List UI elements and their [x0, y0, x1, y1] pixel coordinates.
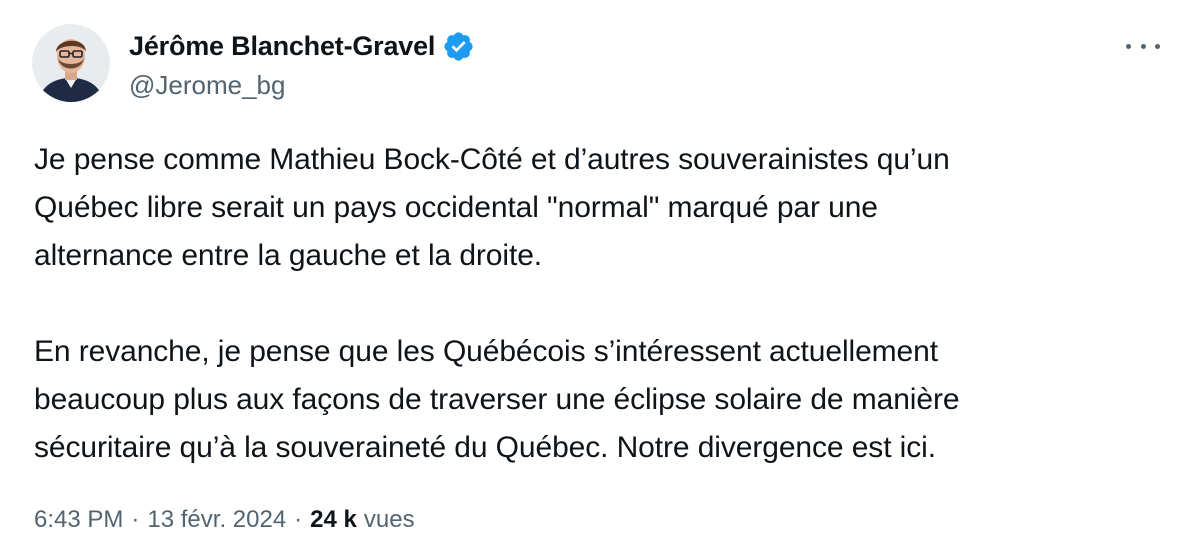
name-row: Jérôme Blanchet-Gravel	[129, 28, 475, 64]
avatar[interactable]	[32, 24, 110, 102]
tweet-date[interactable]: 13 févr. 2024	[147, 506, 286, 534]
tweet-meta: 6:43 PM · 13 févr. 2024 · 24 k vues	[34, 506, 415, 534]
tweet-text: Je pense comme Mathieu Bock-Côté et d’au…	[34, 136, 1154, 472]
tweet-card: Jérôme Blanchet-Gravel @Jerome_bg Je pen…	[0, 0, 1194, 556]
author-block: Jérôme Blanchet-Gravel @Jerome_bg	[129, 28, 475, 101]
display-name[interactable]: Jérôme Blanchet-Gravel	[129, 31, 435, 62]
meta-separator: ·	[294, 506, 303, 533]
user-handle[interactable]: @Jerome_bg	[129, 70, 475, 101]
meta-separator: ·	[131, 506, 140, 533]
more-dot	[1126, 43, 1131, 49]
more-dot	[1155, 43, 1160, 49]
views-count: 24 k	[310, 506, 357, 533]
tweet-paragraph: En revanche, je pense que les Québécois …	[34, 335, 960, 464]
views-label: vues	[363, 506, 415, 533]
tweet-time[interactable]: 6:43 PM	[34, 506, 123, 534]
profile-photo-icon	[32, 24, 110, 102]
verified-checkmark-icon[interactable]	[442, 30, 475, 63]
tweet-paragraph: Je pense comme Mathieu Bock-Côté et d’au…	[34, 143, 950, 272]
more-options-icon[interactable]	[1126, 34, 1160, 58]
more-dot	[1140, 43, 1146, 49]
